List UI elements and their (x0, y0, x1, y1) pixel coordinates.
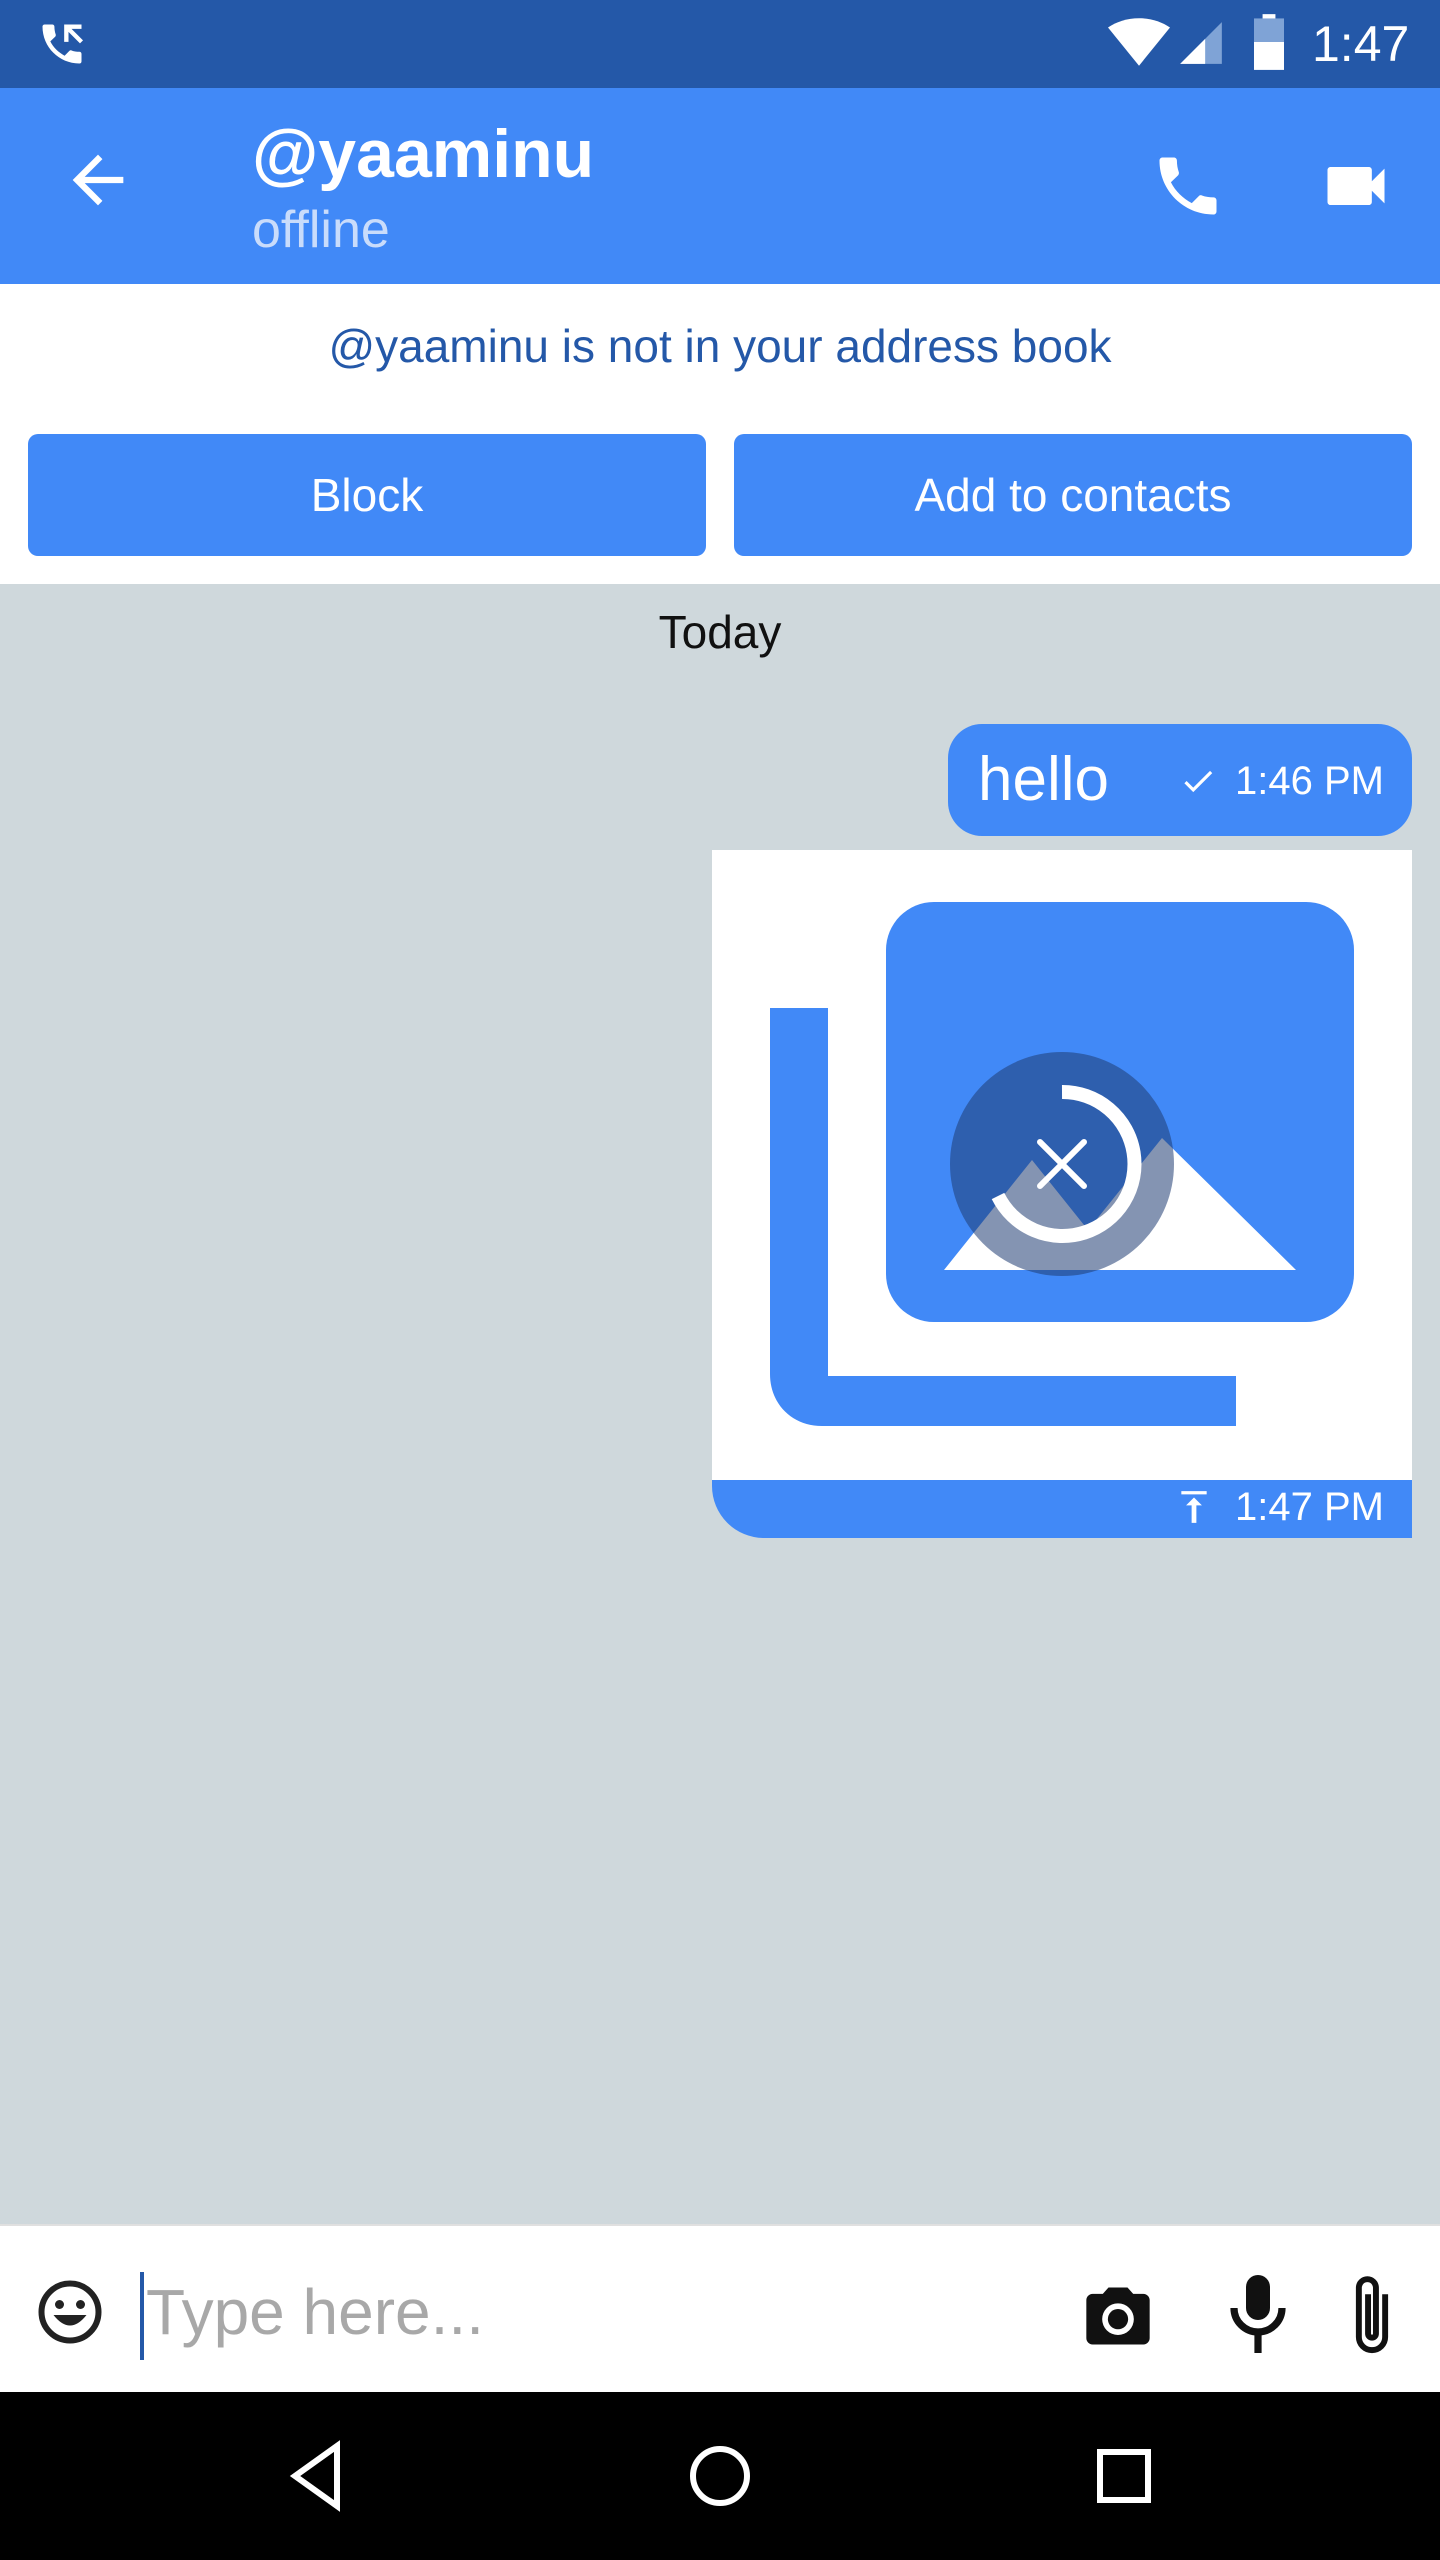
status-time: 1:47 (1312, 16, 1410, 72)
attach-icon[interactable] (1344, 2268, 1400, 2360)
image-preview[interactable] (712, 850, 1412, 1480)
camera-icon[interactable] (1080, 2278, 1156, 2354)
upload-icon (1181, 1491, 1207, 1523)
message-composer (0, 2224, 1440, 2392)
message-time: 1:47 PM (1235, 1485, 1384, 1529)
text-cursor (140, 2272, 144, 2360)
nav-back-icon[interactable] (280, 2436, 352, 2516)
phone-call-icon (42, 24, 84, 64)
message-time: 1:46 PM (1235, 759, 1384, 803)
app-bar: @yaaminu offline (0, 88, 1440, 284)
cell-signal-icon (1180, 22, 1222, 64)
message-body: hello (978, 745, 1109, 814)
image-placeholder-icon (770, 902, 1354, 1426)
block-button[interactable]: Block (28, 434, 706, 556)
outgoing-image-message[interactable]: 1:47 PM (712, 850, 1412, 1538)
microphone-icon[interactable] (1222, 2272, 1294, 2356)
add-to-contacts-button[interactable]: Add to contacts (734, 434, 1412, 556)
wifi-icon (1108, 18, 1170, 66)
cancel-upload-icon[interactable] (950, 1052, 1174, 1276)
message-meta: 1:46 PM (1179, 756, 1384, 806)
back-arrow-icon[interactable] (60, 142, 136, 218)
message-input[interactable] (146, 2262, 1046, 2362)
nav-home-icon[interactable] (684, 2436, 756, 2516)
outgoing-text-message[interactable]: hello 1:46 PM (948, 724, 1412, 836)
system-nav-bar (0, 2392, 1440, 2560)
nav-recents-icon[interactable] (1088, 2436, 1160, 2516)
message-meta: 1:47 PM (1177, 1482, 1384, 1532)
check-icon (1184, 770, 1213, 793)
battery-icon (1254, 14, 1284, 70)
phone-icon[interactable] (1150, 148, 1226, 224)
status-bar: 1:47 (0, 0, 1440, 88)
video-camera-icon[interactable] (1318, 148, 1394, 224)
date-separator: Today (658, 606, 782, 658)
notice-message: @yaaminu is not in your address book (328, 320, 1112, 372)
unknown-contact-notice: @yaaminu is not in your address book Blo… (0, 284, 1440, 584)
emoji-icon[interactable] (34, 2276, 106, 2348)
contact-name[interactable]: @yaaminu (252, 108, 594, 200)
contact-status: offline (252, 201, 390, 259)
